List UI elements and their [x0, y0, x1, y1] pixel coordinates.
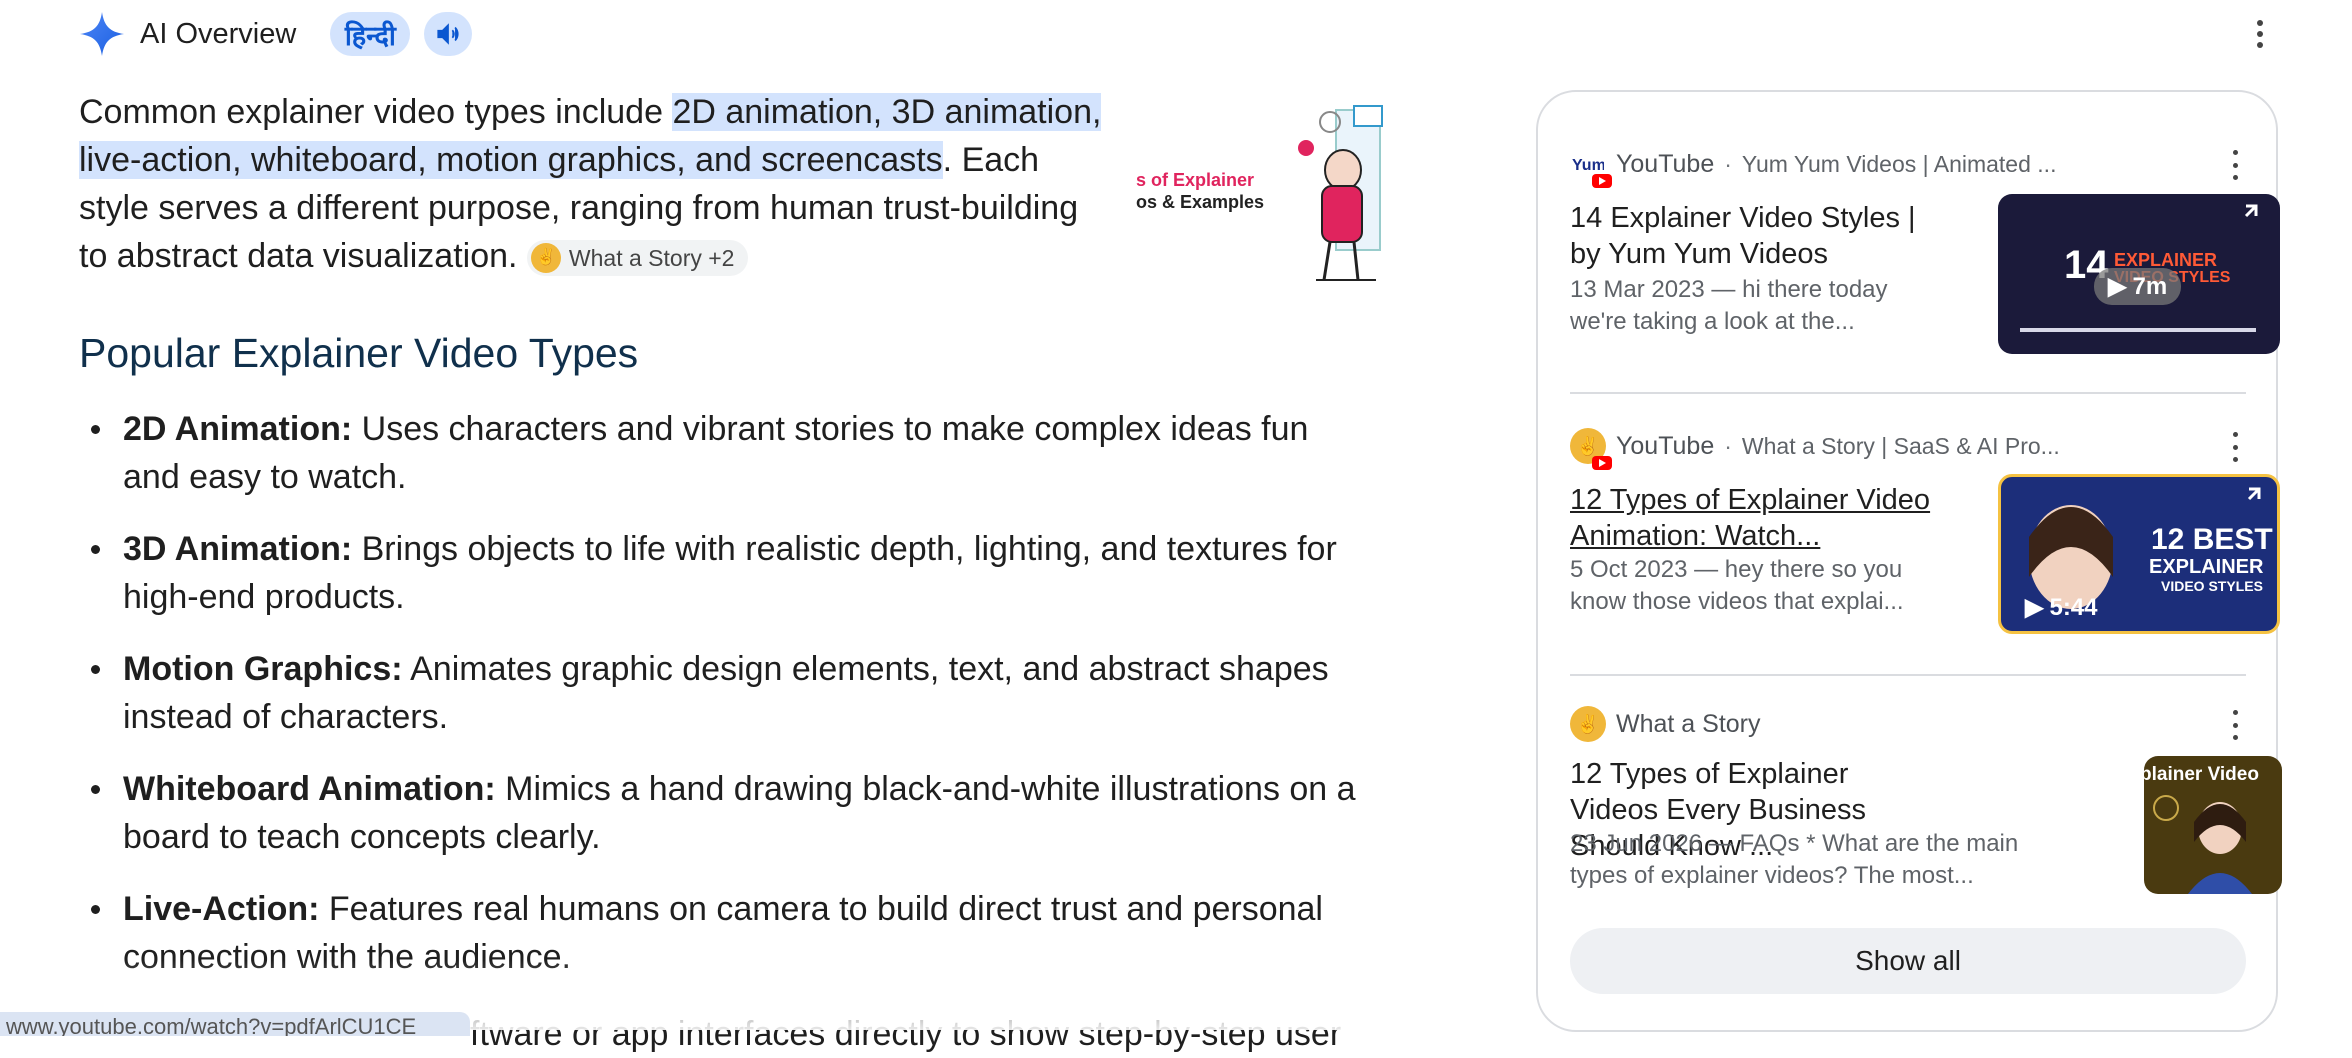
thumb-text-1: 12 BEST — [2151, 523, 2273, 556]
list-item: Live-Action: Features real humans on cam… — [79, 885, 1359, 981]
card-divider — [1570, 674, 2246, 676]
youtube-badge-icon — [1592, 456, 1612, 470]
source-snippet: 5 Oct 2023 — hey there so you know those… — [1570, 556, 1904, 615]
list-item-term: Live-Action: — [123, 890, 320, 928]
video-thumbnail[interactable]: 14 EXPLAINER VIDEO STYLES ▶7m — [1998, 194, 2280, 354]
source-card[interactable]: ✌ What a Story 12 Types of Explainer Vid… — [1570, 704, 2282, 914]
source-meta: Yum YouTube · Yum Yum Videos | Animated … — [1570, 144, 2246, 188]
ai-overview-title: AI Overview — [140, 17, 297, 50]
listen-button[interactable] — [424, 12, 473, 56]
what-a-story-favicon-icon: ✌ — [1570, 706, 1606, 742]
source-chip-label: What a Story +2 — [568, 245, 735, 272]
source-site: YouTube — [1616, 431, 1715, 460]
list-item: 2D Animation: Uses characters and vibran… — [79, 405, 1359, 501]
play-icon: ▶ — [2025, 594, 2044, 621]
thumb-text-line2: os & Examples — [1136, 192, 1264, 212]
thumb-text-2: EXPLAINER — [2149, 556, 2264, 578]
language-toggle-button[interactable]: हिन्दी — [330, 12, 411, 56]
youtube-badge-icon — [1592, 174, 1612, 188]
video-duration: 7m — [2132, 272, 2168, 300]
article-thumbnail[interactable]: plainer Video — [2144, 756, 2282, 894]
what-a-story-logo-icon: ✌ — [530, 243, 561, 274]
card-more-button[interactable] — [2228, 710, 2242, 740]
source-card[interactable]: Yum YouTube · Yum Yum Videos | Animated … — [1570, 144, 2280, 358]
list-item: 3D Animation: Brings objects to life wit… — [79, 525, 1359, 621]
video-thumbnail[interactable]: 12 BEST EXPLAINER VIDEO STYLES ▶ 5:44 — [1998, 474, 2280, 634]
svg-text:Yum: Yum — [1572, 157, 1604, 174]
video-duration-badge: ▶ 7m — [2094, 268, 2182, 305]
source-meta: ✌ What a Story — [1570, 704, 2246, 744]
source-site: What a Story — [1616, 709, 1761, 738]
gemini-sparkle-icon — [80, 12, 124, 56]
status-bar-url: www.youtube.com/watch?v=pdfArlCU1CE — [0, 1012, 470, 1036]
what-a-story-favicon-icon: ✌ — [1570, 428, 1612, 470]
source-channel: Yum Yum Videos | Animated ... — [1741, 150, 2057, 177]
show-all-button[interactable]: Show all — [1570, 928, 2246, 994]
thumb-text-1: EXPLAINER — [2114, 250, 2217, 270]
source-snippet: 23 Jun 2026 — FAQs * What are the main t… — [1570, 830, 2019, 889]
card-divider — [1570, 392, 2246, 394]
list-item-cutoff: ftware or app interfaces directly to sho… — [470, 1015, 1342, 1053]
card-more-button[interactable] — [2228, 432, 2242, 462]
list-item-term: Whiteboard Animation: — [123, 770, 496, 808]
ai-overview-header: AI Overview हिन्दी — [78, 10, 473, 58]
list-item-term: Motion Graphics: — [123, 650, 403, 688]
card-more-button[interactable] — [2228, 150, 2242, 180]
video-types-list: 2D Animation: Uses characters and vibran… — [79, 405, 1359, 1005]
play-icon: ▶ — [2108, 273, 2127, 300]
source-chip[interactable]: ✌ What a Story +2 — [526, 240, 749, 277]
section-heading: Popular Explainer Video Types — [79, 330, 639, 376]
source-site: YouTube — [1616, 149, 1715, 178]
intro-thumbnail[interactable]: s of Explainer os & Examples — [1136, 100, 1386, 285]
source-title[interactable]: 12 Types of Explainer Video Animation: W… — [1570, 482, 1950, 554]
list-item: Motion Graphics: Animates graphic design… — [79, 645, 1359, 741]
thumb-text-1: plainer Video — [2144, 764, 2259, 785]
source-card[interactable]: ✌ YouTube · What a Story | SaaS & AI Pro… — [1570, 426, 2280, 640]
thumb-text-line1: s of Explainer — [1136, 170, 1254, 190]
more-options-button[interactable] — [2250, 14, 2270, 54]
speaker-icon — [437, 23, 459, 45]
source-channel: What a Story | SaaS & AI Pro... — [1741, 432, 2060, 459]
source-title[interactable]: 14 Explainer Video Styles | by Yum Yum V… — [1570, 200, 1950, 272]
list-item-term: 2D Animation: — [123, 410, 353, 448]
list-item-term: 3D Animation: — [123, 530, 353, 568]
sources-panel: Yum YouTube · Yum Yum Videos | Animated … — [1536, 90, 2282, 1032]
video-duration: 5:44 — [2049, 593, 2098, 621]
separator-dot: · — [1724, 432, 1732, 459]
thumb-text-3: VIDEO STYLES — [2161, 578, 2263, 594]
source-meta: ✌ YouTube · What a Story | SaaS & AI Pro… — [1570, 426, 2246, 470]
video-duration-badge: ▶ 5:44 — [2025, 593, 2098, 622]
yum-yum-favicon-icon: Yum — [1570, 146, 1612, 188]
intro-text: Common explainer video types include — [79, 93, 673, 131]
separator-dot: · — [1724, 150, 1732, 177]
intro-paragraph: Common explainer video types include 2D … — [79, 88, 1109, 280]
list-item: Whiteboard Animation: Mimics a hand draw… — [79, 765, 1359, 861]
source-snippet: 13 Mar 2023 — hi there today we're takin… — [1570, 276, 1888, 335]
